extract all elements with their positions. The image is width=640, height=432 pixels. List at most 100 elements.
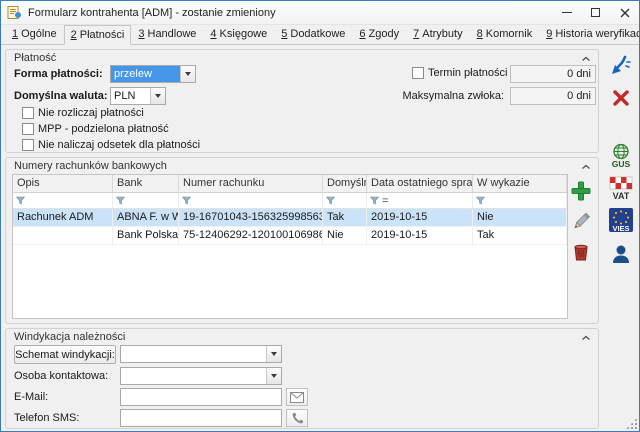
gus-globe-icon: GUS <box>607 142 635 170</box>
filter-cell-bank[interactable] <box>113 193 179 208</box>
edit-account-button[interactable] <box>567 207 595 235</box>
tab-ksiegowe[interactable]: 4Księgowe <box>203 24 274 44</box>
checkbox-label: Nie rozliczaj płatności <box>38 107 144 119</box>
column-header-bank[interactable]: Bank <box>113 175 179 192</box>
schemat-windykacji-combo[interactable] <box>120 345 282 363</box>
osoba-kontaktowa-label: Osoba kontaktowa: <box>14 370 108 382</box>
mpp-checkbox[interactable]: MPP - podzielona płatność <box>22 123 169 135</box>
minimize-icon <box>562 12 572 13</box>
envelope-icon <box>290 392 304 403</box>
add-account-button[interactable] <box>567 177 595 205</box>
bank-accounts-table[interactable]: Opis Bank Numer rachunku Domyślny Data o… <box>12 174 568 319</box>
cell-wykazie: Tak <box>473 227 567 244</box>
telefon-sms-input[interactable] <box>120 409 282 427</box>
send-email-button[interactable] <box>286 388 308 406</box>
osoba-kontaktowa-value <box>121 368 266 384</box>
dropdown-button[interactable] <box>180 66 195 82</box>
email-input[interactable] <box>120 388 282 406</box>
filter-icon <box>476 196 485 205</box>
chevron-up-icon <box>581 163 591 171</box>
dropdown-button[interactable] <box>150 88 165 104</box>
maksymalna-zwloka-field[interactable]: 0 dni <box>510 87 596 105</box>
chevron-down-icon <box>155 94 161 98</box>
cell-domyslny: Nie <box>323 227 367 244</box>
checkbox-icon[interactable] <box>22 107 34 119</box>
close-button[interactable] <box>610 1 639 24</box>
minimize-button[interactable] <box>552 1 581 24</box>
table-header-row: Opis Bank Numer rachunku Domyślny Data o… <box>13 175 567 193</box>
domyslna-waluta-combo[interactable]: PLN <box>110 87 166 105</box>
checkbox-icon[interactable] <box>412 67 424 79</box>
checkbox-icon[interactable] <box>22 123 34 135</box>
tab-dodatkowe[interactable]: 5Dodatkowe <box>274 24 352 44</box>
filter-cell-wykazie[interactable] <box>473 193 567 208</box>
collapse-accounts-button[interactable] <box>578 160 593 173</box>
column-header-data[interactable]: Data ostatniego sprawdzenia <box>367 175 473 192</box>
save-button[interactable] <box>605 51 637 81</box>
vat-button[interactable]: VAT <box>605 173 637 203</box>
forma-platnosci-value: przelew <box>111 66 180 82</box>
nie-rozliczaj-checkbox[interactable]: Nie rozliczaj płatności <box>22 107 144 119</box>
forma-platnosci-label: Forma płatności: <box>14 68 103 80</box>
column-header-wykazie[interactable]: W wykazie <box>473 175 567 192</box>
checkbox-label: MPP - podzielona płatność <box>38 123 169 135</box>
plus-icon <box>570 180 592 202</box>
vies-eu-flag-icon: VIES <box>607 206 635 234</box>
column-header-domyslny[interactable]: Domyślny <box>323 175 367 192</box>
send-sms-button[interactable] <box>286 409 308 427</box>
resize-grip[interactable] <box>626 418 637 429</box>
dropdown-button[interactable] <box>266 368 281 384</box>
window-controls <box>552 1 639 24</box>
tab-zgody[interactable]: 6Zgody <box>352 24 406 44</box>
termin-platnosci-checkbox[interactable]: Termin płatności <box>412 67 507 79</box>
cell-bank: ABNA F. w Wars... <box>113 209 179 226</box>
trash-icon <box>570 240 592 262</box>
checkbox-icon[interactable] <box>22 139 34 151</box>
chevron-up-icon <box>581 334 591 342</box>
column-header-numer[interactable]: Numer rachunku <box>179 175 323 192</box>
filter-icon <box>16 196 25 205</box>
column-header-opis[interactable]: Opis <box>13 175 113 192</box>
delete-account-button[interactable] <box>567 237 595 265</box>
nie-naliczaj-odsetek-checkbox[interactable]: Nie naliczaj odsetek dla płatności <box>22 139 200 151</box>
filter-cell-data[interactable]: = <box>367 193 473 208</box>
windykacja-group-title: Windykacja należności <box>14 331 125 343</box>
tab-ogolne[interactable]: 1Ogólne <box>5 24 64 44</box>
tab-handlowe[interactable]: 3Handlowe <box>131 24 203 44</box>
app-icon <box>7 5 22 20</box>
cancel-x-icon <box>611 88 631 108</box>
table-row[interactable]: Rachunek ADM ABNA F. w Wars... 19-167010… <box>13 209 567 227</box>
osoba-kontaktowa-combo[interactable] <box>120 367 282 385</box>
schemat-windykacji-button[interactable]: Schemat windykacji: <box>14 345 116 364</box>
filter-cell-numer[interactable] <box>179 193 323 208</box>
tab-platnosci[interactable]: 2Płatności <box>64 25 132 45</box>
filter-cell-domyslny[interactable] <box>323 193 367 208</box>
collapse-payment-button[interactable] <box>578 52 593 65</box>
cell-opis <box>13 227 113 244</box>
cell-wykazie: Nie <box>473 209 567 226</box>
vies-button[interactable]: VIES <box>605 205 637 235</box>
cell-opis: Rachunek ADM <box>13 209 113 226</box>
save-icon <box>609 54 633 78</box>
filter-cell-opis[interactable] <box>13 193 113 208</box>
windykacja-group: Windykacja należności Schemat windykacji… <box>5 328 599 429</box>
maximize-icon <box>591 8 600 17</box>
chevron-down-icon <box>185 72 191 76</box>
tab-historia-vat-vies[interactable]: 9Historia weryfikacji statusu VAT/VIES <box>539 24 640 44</box>
maximize-button[interactable] <box>581 1 610 24</box>
collapse-windykacja-button[interactable] <box>578 331 593 344</box>
tab-komornik[interactable]: 8Komornik <box>470 24 540 44</box>
svg-text:VAT: VAT <box>613 191 630 201</box>
table-row[interactable]: Bank Polska Kasa... 75-12406292-12010010… <box>13 227 567 245</box>
phone-icon <box>291 412 304 425</box>
cancel-button[interactable] <box>605 83 637 113</box>
chevron-up-icon <box>581 55 591 63</box>
termin-platnosci-field[interactable]: 0 dni <box>510 65 596 83</box>
pencil-icon <box>570 210 592 232</box>
forma-platnosci-combo[interactable]: przelew <box>110 65 196 83</box>
tab-atrybuty[interactable]: 7Atrybuty <box>406 24 469 44</box>
dropdown-button[interactable] <box>266 346 281 362</box>
gus-button[interactable]: GUS <box>605 141 637 171</box>
contact-button[interactable] <box>605 239 637 269</box>
cell-numer: 75-12406292-12010010698694441 <box>179 227 323 244</box>
